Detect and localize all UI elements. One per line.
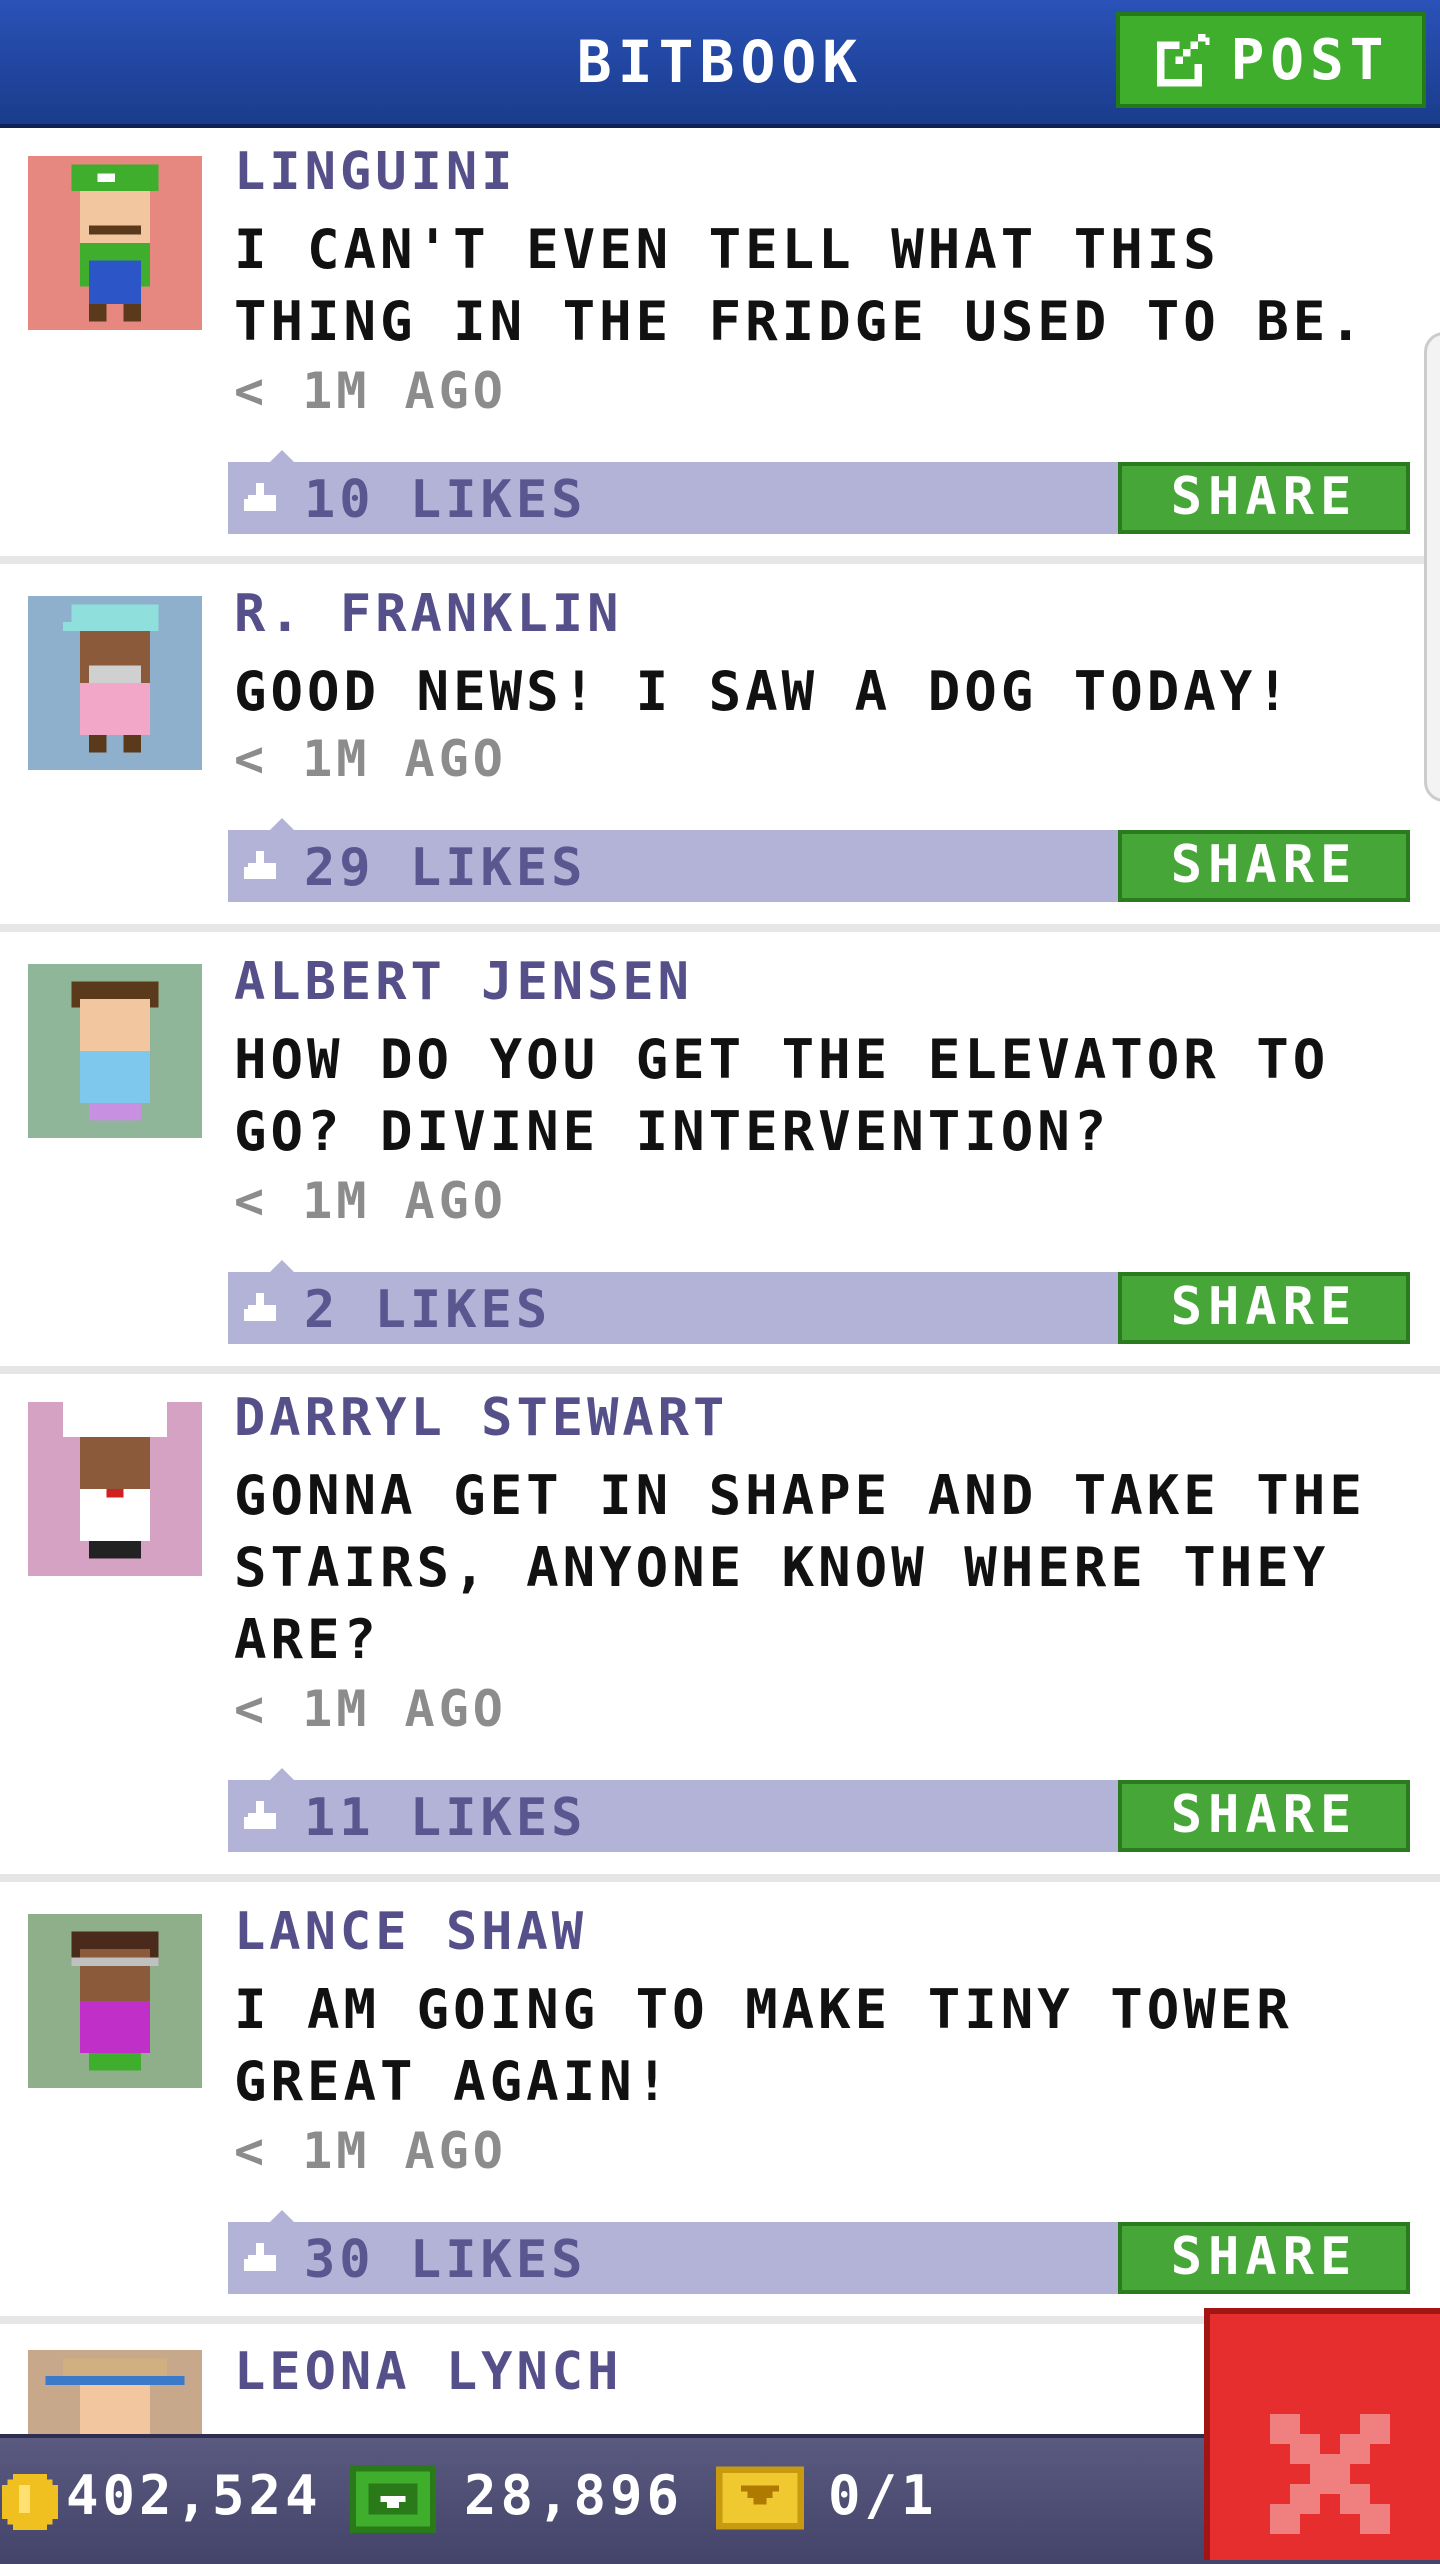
likes-count: 29 LIKES <box>304 838 587 898</box>
app-header: BITBOOK POST <box>0 0 1440 128</box>
post-time: < 1M AGO <box>234 2122 507 2180</box>
likes-bar: 30 LIKES SHARE <box>228 2210 1410 2294</box>
share-button[interactable]: SHARE <box>1118 1780 1410 1852</box>
avatar <box>28 1914 202 2088</box>
avatar <box>28 596 202 770</box>
thumbs-up-icon[interactable] <box>244 482 280 516</box>
coins-value: 402,524 <box>66 2464 322 2527</box>
post-button[interactable]: POST <box>1116 12 1426 108</box>
divider <box>0 924 1440 932</box>
avatar <box>28 964 202 1138</box>
scroll-indicator[interactable] <box>1424 332 1440 802</box>
post-author[interactable]: LINGUINI <box>234 142 516 202</box>
likes-count: 2 LIKES <box>304 1280 552 1340</box>
post-text: I CAN'T EVEN TELL WHAT THIS THING IN THE… <box>234 218 1366 353</box>
close-icon <box>1270 2414 1390 2534</box>
likes-count: 11 LIKES <box>304 1788 587 1848</box>
share-button[interactable]: SHARE <box>1118 830 1410 902</box>
likes-bar: 10 LIKES SHARE <box>228 450 1410 534</box>
divider <box>0 556 1440 564</box>
thumbs-up-icon[interactable] <box>244 1292 280 1326</box>
likes-bar: 2 LIKES SHARE <box>228 1260 1410 1344</box>
share-button[interactable]: SHARE <box>1118 1272 1410 1344</box>
post-label: POST <box>1230 27 1390 93</box>
edit-icon <box>1156 33 1209 87</box>
likes-bar: 29 LIKES SHARE <box>228 818 1410 902</box>
divider <box>0 1874 1440 1882</box>
post-text: GONNA GET IN SHAPE AND TAKE THE STAIRS, … <box>234 1464 1366 1671</box>
tickets-value: 0/1 <box>828 2464 938 2527</box>
share-button[interactable]: SHARE <box>1118 462 1410 534</box>
post-time: < 1M AGO <box>234 730 507 788</box>
post-time: < 1M AGO <box>234 1680 507 1738</box>
post-author[interactable]: LEONA LYNCH <box>234 2342 622 2402</box>
avatar <box>28 1402 202 1576</box>
post-text: HOW DO YOU GET THE ELEVATOR TO GO? DIVIN… <box>234 1028 1330 1163</box>
likes-count: 30 LIKES <box>304 2230 587 2290</box>
likes-count: 10 LIKES <box>304 470 587 530</box>
thumbs-up-icon[interactable] <box>244 850 280 884</box>
post-author[interactable]: LANCE SHAW <box>234 1902 587 1962</box>
post-text: I AM GOING TO MAKE TINY TOWER GREAT AGAI… <box>234 1978 1293 2113</box>
share-button[interactable]: SHARE <box>1118 2222 1410 2294</box>
post-time: < 1M AGO <box>234 362 507 420</box>
coin-icon <box>2 2474 58 2530</box>
post-author[interactable]: R. FRANKLIN <box>234 584 622 644</box>
thumbs-up-icon[interactable] <box>244 1800 280 1834</box>
post-author[interactable]: ALBERT JENSEN <box>234 952 693 1012</box>
close-button[interactable] <box>1204 2308 1440 2560</box>
bux-value: 28,896 <box>464 2464 684 2527</box>
post-author[interactable]: DARRYL STEWART <box>234 1388 728 1448</box>
avatar <box>28 156 202 330</box>
thumbs-up-icon[interactable] <box>244 2242 280 2276</box>
likes-bar: 11 LIKES SHARE <box>228 1768 1410 1852</box>
ticket-icon <box>716 2466 804 2530</box>
post-time: < 1M AGO <box>234 1172 507 1230</box>
bux-icon <box>350 2465 436 2533</box>
post-text: GOOD NEWS! I SAW A DOG TODAY! <box>234 660 1293 723</box>
divider <box>0 1366 1440 1374</box>
